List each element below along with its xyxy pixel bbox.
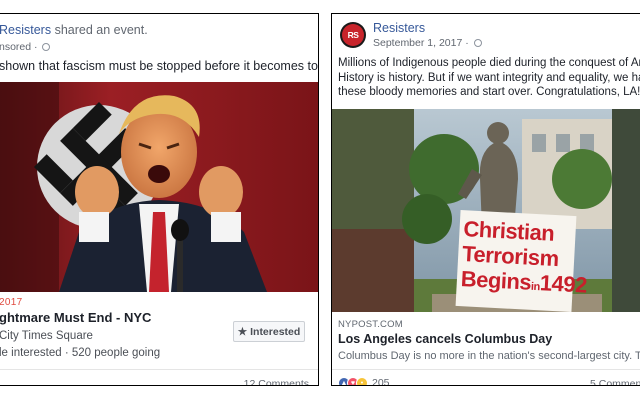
- star-icon: ★: [237, 325, 248, 338]
- link-title[interactable]: Los Angeles cancels Columbus Day: [338, 332, 552, 346]
- interested-button[interactable]: ★ Interested: [233, 321, 305, 342]
- event-date: 2017: [0, 297, 23, 308]
- protest-sign: Christian Terrorism Beginsin1492: [460, 216, 588, 298]
- divider: [332, 369, 640, 370]
- avatar-text: RS: [342, 24, 364, 46]
- event-location: City Times Square: [0, 330, 93, 342]
- event-cover-photo[interactable]: [0, 82, 318, 292]
- post-meta: nsored ·: [0, 41, 51, 53]
- divider: [0, 369, 318, 370]
- link-description: Columbus Day is no more in the nation's …: [338, 350, 640, 362]
- post-text: shown that fascism must be stopped befor…: [0, 59, 319, 73]
- post-action-text: shared an event.: [54, 23, 148, 37]
- comments-count-link[interactable]: 5 Comments: [590, 378, 640, 385]
- page-avatar[interactable]: RS: [340, 22, 366, 48]
- sad-reaction-icon: •: [356, 377, 368, 385]
- event-title[interactable]: ghtmare Must End - NYC: [0, 310, 151, 325]
- reactions-summary[interactable]: ▲ ♥ • 205: [338, 377, 390, 386]
- link-preview-photo[interactable]: Christian Terrorism Beginsin1492: [332, 109, 640, 312]
- post-header: Resisters shared an event.: [0, 23, 148, 37]
- globe-icon: [473, 39, 482, 47]
- post-date[interactable]: September 1, 2017 ·: [373, 37, 482, 49]
- post-text: Millions of Indigenous people died durin…: [338, 57, 640, 98]
- interested-label: Interested: [250, 325, 301, 338]
- link-share-post: RS Resisters September 1, 2017 · Million…: [331, 13, 640, 386]
- page-name-link[interactable]: Resisters: [0, 23, 51, 37]
- event-share-post: Resisters shared an event. nsored · show…: [0, 13, 319, 386]
- page-name-link[interactable]: Resisters: [373, 21, 425, 35]
- sponsored-label: nsored: [0, 41, 32, 53]
- reaction-count: 205: [372, 377, 390, 386]
- event-attendance: le interested · 520 people going: [0, 347, 161, 359]
- angry-speaker-photo: [0, 82, 318, 292]
- comments-count-link[interactable]: 12 Comments: [244, 378, 309, 385]
- globe-icon: [42, 43, 51, 51]
- link-domain: NYPOST.COM: [338, 319, 403, 330]
